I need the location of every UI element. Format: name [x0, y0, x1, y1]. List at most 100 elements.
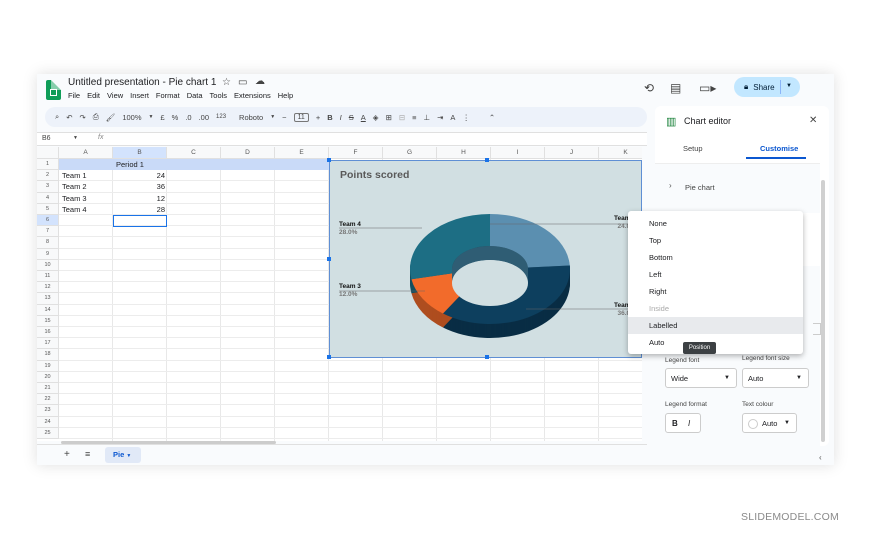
menu-extensions[interactable]: Extensions [234, 91, 271, 100]
menu-file[interactable]: File [68, 91, 80, 100]
row-header-5[interactable]: 5 [37, 203, 59, 215]
print-icon[interactable]: ⎙ [93, 112, 99, 122]
undo-icon[interactable]: ↶ [66, 113, 72, 122]
position-option-top[interactable]: Top [628, 232, 765, 249]
resize-handle[interactable] [327, 257, 331, 261]
position-option-none[interactable]: None [628, 215, 765, 232]
row-header-1[interactable]: 1 [37, 159, 59, 171]
folder-icon[interactable]: ▭ [238, 77, 247, 88]
borders-icon[interactable]: ⊞ [386, 113, 392, 122]
text-color-button[interactable]: A [361, 113, 366, 122]
menu-insert[interactable]: Insert [130, 91, 149, 100]
row-header-23[interactable]: 23 [37, 405, 59, 417]
column-header-a[interactable]: A [59, 147, 113, 159]
more-formats-button[interactable]: 123 [216, 114, 226, 120]
add-sheet-icon[interactable]: + [64, 449, 70, 460]
menu-view[interactable]: View [107, 91, 123, 100]
valign-icon[interactable]: ⊥ [424, 113, 431, 122]
row-header-11[interactable]: 11 [37, 271, 59, 283]
collapse-panel-icon[interactable]: ‹ [819, 453, 822, 462]
resize-handle[interactable] [485, 355, 489, 359]
percent-button[interactable]: % [172, 113, 179, 122]
position-option-right[interactable]: Right [628, 283, 765, 300]
menu-help[interactable]: Help [278, 91, 293, 100]
row-header-2[interactable]: 2 [37, 170, 59, 182]
column-header-b[interactable]: B [113, 147, 167, 159]
cell-b2[interactable]: 24 [113, 170, 165, 181]
editor-scrollbar[interactable] [821, 180, 825, 442]
more-vert-icon[interactable]: ⋮ [462, 113, 470, 122]
row-header-8[interactable]: 8 [37, 237, 59, 249]
column-header-j[interactable]: J [545, 147, 599, 159]
paint-format-icon[interactable]: 🖌︎ [106, 113, 116, 122]
cell-b3[interactable]: 36 [113, 181, 165, 192]
row-header-25[interactable]: 25 [37, 427, 59, 439]
bold-button[interactable]: B [327, 113, 332, 122]
column-header-d[interactable]: D [221, 147, 275, 159]
cell-b4[interactable]: 12 [113, 193, 165, 204]
row-header-10[interactable]: 10 [37, 259, 59, 271]
row-header-16[interactable]: 16 [37, 327, 59, 339]
redo-icon[interactable]: ↷ [80, 113, 86, 122]
row-header-13[interactable]: 13 [37, 293, 59, 305]
legend-font-select[interactable]: Wide ▼ [665, 368, 737, 388]
row-header-6[interactable]: 6 [37, 215, 59, 227]
share-button[interactable]: 🔒︎ Share ▼ [734, 77, 800, 97]
row-header-20[interactable]: 20 [37, 371, 59, 383]
position-option-labelled[interactable]: Labelled [628, 317, 803, 334]
column-header-h[interactable]: H [437, 147, 491, 159]
decrease-decimal-button[interactable]: .0 [185, 113, 191, 122]
close-icon[interactable]: ✕ [809, 115, 817, 126]
row-header-4[interactable]: 4 [37, 192, 59, 204]
menu-tools[interactable]: Tools [210, 91, 228, 100]
history-icon[interactable]: ⟲ [644, 81, 654, 95]
selected-cell-b6[interactable] [113, 215, 167, 227]
legend-size-select[interactable]: Auto ▼ [742, 368, 809, 388]
resize-handle[interactable] [485, 158, 489, 162]
italic-button[interactable]: I [340, 113, 342, 122]
text-colour-select[interactable]: Auto ▼ [742, 413, 797, 433]
legend-bold-button[interactable]: B [672, 419, 678, 428]
sheet-tab-pie[interactable]: Pie ▼ [105, 447, 141, 463]
comment-icon[interactable]: ▤ [670, 81, 681, 95]
row-header-18[interactable]: 18 [37, 349, 59, 361]
section-pie-chart[interactable]: › Pie chart [655, 163, 820, 213]
tab-customise[interactable]: Customise [760, 144, 798, 153]
increase-decimal-button[interactable]: .00 [199, 113, 209, 122]
plus-icon[interactable]: + [316, 113, 320, 122]
currency-button[interactable]: £ [160, 113, 164, 122]
video-call-icon[interactable]: ▭▸ [699, 81, 716, 95]
cell-b5[interactable]: 28 [113, 204, 165, 215]
collapse-icon[interactable]: ⌃ [489, 113, 495, 122]
cell-reference[interactable]: B6 [42, 135, 51, 142]
legend-italic-button[interactable]: I [688, 419, 690, 428]
column-header-g[interactable]: G [383, 147, 437, 159]
document-title[interactable]: Untitled presentation - Pie chart 1 [68, 77, 216, 88]
position-option-inside[interactable]: Inside [628, 300, 765, 317]
align-left-icon[interactable]: ≡ [412, 113, 416, 122]
row-header-3[interactable]: 3 [37, 181, 59, 193]
row-header-9[interactable]: 9 [37, 248, 59, 260]
tab-setup[interactable]: Setup [683, 144, 703, 153]
row-header-15[interactable]: 15 [37, 315, 59, 327]
position-select-edge[interactable] [813, 323, 821, 335]
merge-cells-icon[interactable]: ⊟ [399, 113, 405, 122]
position-option-bottom[interactable]: Bottom [628, 249, 765, 266]
chevron-down-icon[interactable]: ▼ [73, 135, 78, 141]
row-header-21[interactable]: 21 [37, 383, 59, 395]
star-icon[interactable]: ☆ [222, 77, 231, 88]
cell-a3[interactable]: Team 2 [62, 181, 87, 192]
all-sheets-icon[interactable]: ≡ [85, 449, 90, 459]
sheets-logo-icon[interactable] [46, 80, 61, 100]
chevron-down-icon[interactable]: ▼ [786, 83, 792, 89]
fill-color-icon[interactable]: ◈ [373, 113, 379, 122]
cloud-icon[interactable]: ☁ [255, 76, 265, 87]
column-header-k[interactable]: K [599, 147, 642, 159]
column-header-e[interactable]: E [275, 147, 329, 159]
column-header-i[interactable]: I [491, 147, 545, 159]
strikethrough-button[interactable]: S [349, 113, 354, 122]
menu-edit[interactable]: Edit [87, 91, 100, 100]
row-header-22[interactable]: 22 [37, 394, 59, 406]
column-header-c[interactable]: C [167, 147, 221, 159]
menu-format[interactable]: Format [156, 91, 180, 100]
